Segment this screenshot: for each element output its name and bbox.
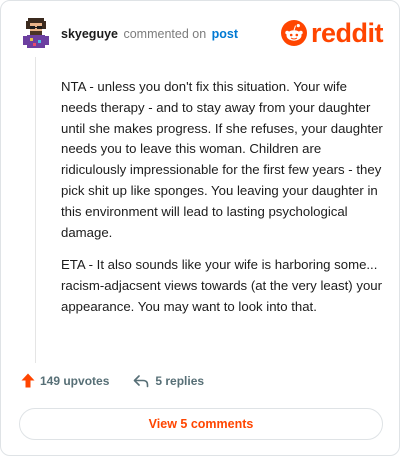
reply-arrow-icon xyxy=(134,374,149,387)
comment-verb: commented on xyxy=(123,27,207,41)
username-link[interactable]: skyeguye xyxy=(61,27,118,41)
comment-paragraph: ETA - It also sounds like your wife is h… xyxy=(61,257,383,314)
reddit-wordmark: reddit xyxy=(310,18,384,48)
reddit-snoo-icon xyxy=(280,20,307,46)
upvote-arrow-icon xyxy=(21,373,35,388)
view-comments-button[interactable]: View 5 comments xyxy=(19,408,383,440)
reddit-logo[interactable]: reddit xyxy=(280,18,384,48)
comment-card: skyeguye commented on post reddit NTA - … xyxy=(0,0,400,456)
comment-paragraph: NTA - unless you don't fix this situatio… xyxy=(61,79,383,240)
pixel-avatar-icon xyxy=(21,16,51,48)
comment-body: NTA - unless you don't fix this situatio… xyxy=(61,77,383,330)
upvote-count: 149 upvotes xyxy=(40,373,110,388)
reply-count: 5 replies xyxy=(155,373,205,388)
comment-actions: 149 upvotes 5 replies xyxy=(21,373,204,388)
thread-line[interactable] xyxy=(35,57,36,363)
post-link[interactable]: post xyxy=(212,27,238,41)
replies-button[interactable]: 5 replies xyxy=(133,374,204,388)
upvote-button[interactable]: 149 upvotes xyxy=(21,373,109,388)
avatar-icon[interactable] xyxy=(21,16,51,48)
comment-header: skyeguye commented on post xyxy=(61,27,238,41)
